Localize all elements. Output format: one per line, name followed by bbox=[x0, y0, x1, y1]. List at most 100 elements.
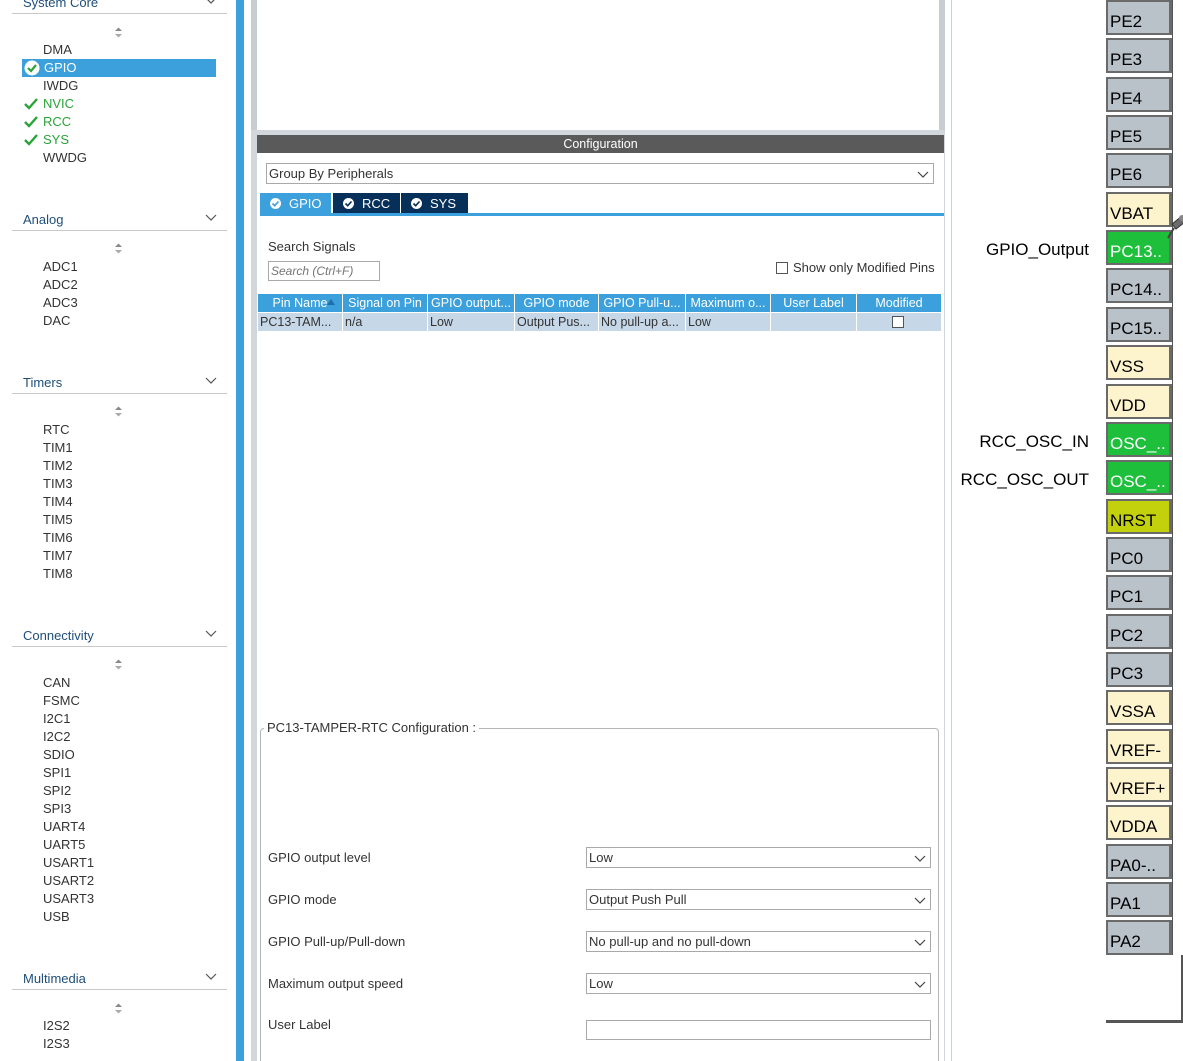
column-header[interactable]: GPIO mode bbox=[515, 294, 598, 312]
sidebar-item-can[interactable]: CAN bbox=[43, 675, 70, 693]
sidebar-item-rcc[interactable]: RCC bbox=[43, 114, 71, 132]
sidebar-item-wwdg[interactable]: WWDG bbox=[43, 150, 87, 168]
pin[interactable]: VBAT bbox=[1106, 192, 1172, 227]
pin[interactable]: PE3 bbox=[1106, 38, 1172, 73]
search-signals-input[interactable] bbox=[268, 261, 380, 281]
pin[interactable]: VDDA bbox=[1106, 805, 1172, 840]
sort-icon[interactable] bbox=[114, 27, 123, 38]
gpio-output-level-select[interactable]: Low bbox=[586, 847, 931, 868]
pin[interactable]: VREF+ bbox=[1106, 767, 1172, 802]
sidebar-item-adc3[interactable]: ADC3 bbox=[43, 295, 78, 313]
pin[interactable]: OSC_.. bbox=[1106, 422, 1172, 457]
column-header[interactable]: User Label bbox=[771, 294, 856, 312]
sidebar-item-i2s3[interactable]: I2S3 bbox=[43, 1036, 70, 1054]
pin[interactable]: NRST bbox=[1106, 499, 1172, 534]
tab-gpio[interactable]: GPIO bbox=[260, 193, 331, 214]
sort-icon[interactable] bbox=[114, 243, 123, 254]
sidebar-item-spi2[interactable]: SPI2 bbox=[43, 783, 71, 801]
sidebar-splitter[interactable] bbox=[236, 0, 244, 1061]
check-icon bbox=[24, 116, 38, 128]
sidebar-item-spi1[interactable]: SPI1 bbox=[43, 765, 71, 783]
sidebar-item-dac[interactable]: DAC bbox=[43, 313, 70, 331]
gpio-mode-select[interactable]: Output Push Pull bbox=[586, 889, 931, 910]
sidebar-item-tim4[interactable]: TIM4 bbox=[43, 494, 73, 512]
check-icon bbox=[24, 98, 38, 110]
sidebar-item-usart1[interactable]: USART1 bbox=[43, 855, 94, 873]
pin[interactable]: PE2 bbox=[1106, 0, 1172, 35]
column-header[interactable]: Maximum o... bbox=[686, 294, 770, 312]
pin[interactable]: PE5 bbox=[1106, 115, 1172, 150]
tab-sys[interactable]: SYS bbox=[401, 193, 468, 214]
pin[interactable]: PC3 bbox=[1106, 652, 1172, 687]
sidebar-item-uart5[interactable]: UART5 bbox=[43, 837, 85, 855]
group-by-select[interactable]: Group By Peripherals bbox=[266, 163, 934, 184]
pin[interactable]: PA2 bbox=[1106, 920, 1172, 955]
chevron-down-icon[interactable] bbox=[205, 970, 217, 982]
user-label-input[interactable] bbox=[586, 1020, 931, 1040]
sort-icon[interactable] bbox=[114, 659, 123, 670]
pin[interactable]: PC13.. bbox=[1106, 230, 1172, 265]
show-modified-checkbox[interactable] bbox=[776, 262, 788, 274]
sidebar-item-tim5[interactable]: TIM5 bbox=[43, 512, 73, 530]
column-header[interactable]: GPIO output... bbox=[428, 294, 514, 312]
sidebar-item-usart2[interactable]: USART2 bbox=[43, 873, 94, 891]
chevron-down-icon[interactable] bbox=[205, 0, 217, 6]
pin[interactable]: PE4 bbox=[1106, 77, 1172, 112]
table-cell: Low bbox=[686, 313, 771, 331]
pin[interactable]: PA1 bbox=[1106, 882, 1172, 917]
sidebar-item-i2c1[interactable]: I2C1 bbox=[43, 711, 70, 729]
pin[interactable]: OSC_.. bbox=[1106, 460, 1172, 495]
category-header[interactable]: Analog bbox=[12, 209, 227, 231]
sidebar-item-tim2[interactable]: TIM2 bbox=[43, 458, 73, 476]
sidebar-item-gpio[interactable]: GPIO bbox=[22, 59, 216, 77]
sidebar-item-adc2[interactable]: ADC2 bbox=[43, 277, 78, 295]
pin[interactable]: PC14.. bbox=[1106, 268, 1172, 303]
sort-icon[interactable] bbox=[114, 1003, 123, 1014]
pin[interactable]: VSS bbox=[1106, 345, 1172, 380]
sidebar-item-spi3[interactable]: SPI3 bbox=[43, 801, 71, 819]
category-header[interactable]: Connectivity bbox=[12, 625, 227, 647]
sidebar-item-iwdg[interactable]: IWDG bbox=[43, 78, 78, 96]
sidebar-item-dma[interactable]: DMA bbox=[43, 42, 72, 60]
chevron-down-icon[interactable] bbox=[205, 211, 217, 223]
sidebar-item-tim3[interactable]: TIM3 bbox=[43, 476, 73, 494]
sidebar-item-tim6[interactable]: TIM6 bbox=[43, 530, 73, 548]
sidebar-item-fsmc[interactable]: FSMC bbox=[43, 693, 80, 711]
pin[interactable]: VREF- bbox=[1106, 729, 1172, 764]
sidebar-item-i2s2[interactable]: I2S2 bbox=[43, 1018, 70, 1036]
sidebar-item-sys[interactable]: SYS bbox=[43, 132, 69, 150]
pin[interactable]: PC0 bbox=[1106, 537, 1172, 572]
column-header[interactable]: Modified bbox=[857, 294, 941, 312]
category-header[interactable]: System Core bbox=[12, 0, 227, 14]
sidebar-item-usb[interactable]: USB bbox=[43, 909, 70, 927]
chevron-down-icon[interactable] bbox=[205, 627, 217, 639]
pin[interactable]: VSSA bbox=[1106, 690, 1172, 725]
sidebar-item-tim1[interactable]: TIM1 bbox=[43, 440, 73, 458]
pin[interactable]: PA0-.. bbox=[1106, 844, 1172, 879]
sidebar-item-rtc[interactable]: RTC bbox=[43, 422, 69, 440]
chevron-down-icon[interactable] bbox=[205, 374, 217, 386]
sidebar-item-usart3[interactable]: USART3 bbox=[43, 891, 94, 909]
sidebar-item-i2c2[interactable]: I2C2 bbox=[43, 729, 70, 747]
column-header[interactable]: Signal on Pin bbox=[343, 294, 427, 312]
category-header[interactable]: Timers bbox=[12, 372, 227, 394]
gpio-pull-select[interactable]: No pull-up and no pull-down bbox=[586, 931, 931, 952]
pin[interactable]: PC1 bbox=[1106, 575, 1172, 610]
sort-icon[interactable] bbox=[114, 406, 123, 417]
modified-checkbox[interactable] bbox=[892, 316, 904, 328]
pin[interactable]: PC2 bbox=[1106, 614, 1172, 649]
pin[interactable]: VDD bbox=[1106, 384, 1172, 419]
column-header[interactable]: GPIO Pull-u... bbox=[599, 294, 685, 312]
table-row[interactable]: PC13-TAM... n/a Low Output Pus... No pull-up… bbox=[258, 313, 942, 331]
sidebar-item-nvic[interactable]: NVIC bbox=[43, 96, 74, 114]
sidebar-item-tim8[interactable]: TIM8 bbox=[43, 566, 73, 584]
max-output-speed-select[interactable]: Low bbox=[586, 973, 931, 994]
pin[interactable]: PC15.. bbox=[1106, 307, 1172, 342]
sidebar-item-uart4[interactable]: UART4 bbox=[43, 819, 85, 837]
category-header[interactable]: Multimedia bbox=[12, 968, 227, 990]
sidebar-item-adc1[interactable]: ADC1 bbox=[43, 259, 78, 277]
tab-rcc[interactable]: RCC bbox=[333, 193, 400, 214]
pin[interactable]: PE6 bbox=[1106, 153, 1172, 188]
sidebar-item-sdio[interactable]: SDIO bbox=[43, 747, 75, 765]
sidebar-item-tim7[interactable]: TIM7 bbox=[43, 548, 73, 566]
